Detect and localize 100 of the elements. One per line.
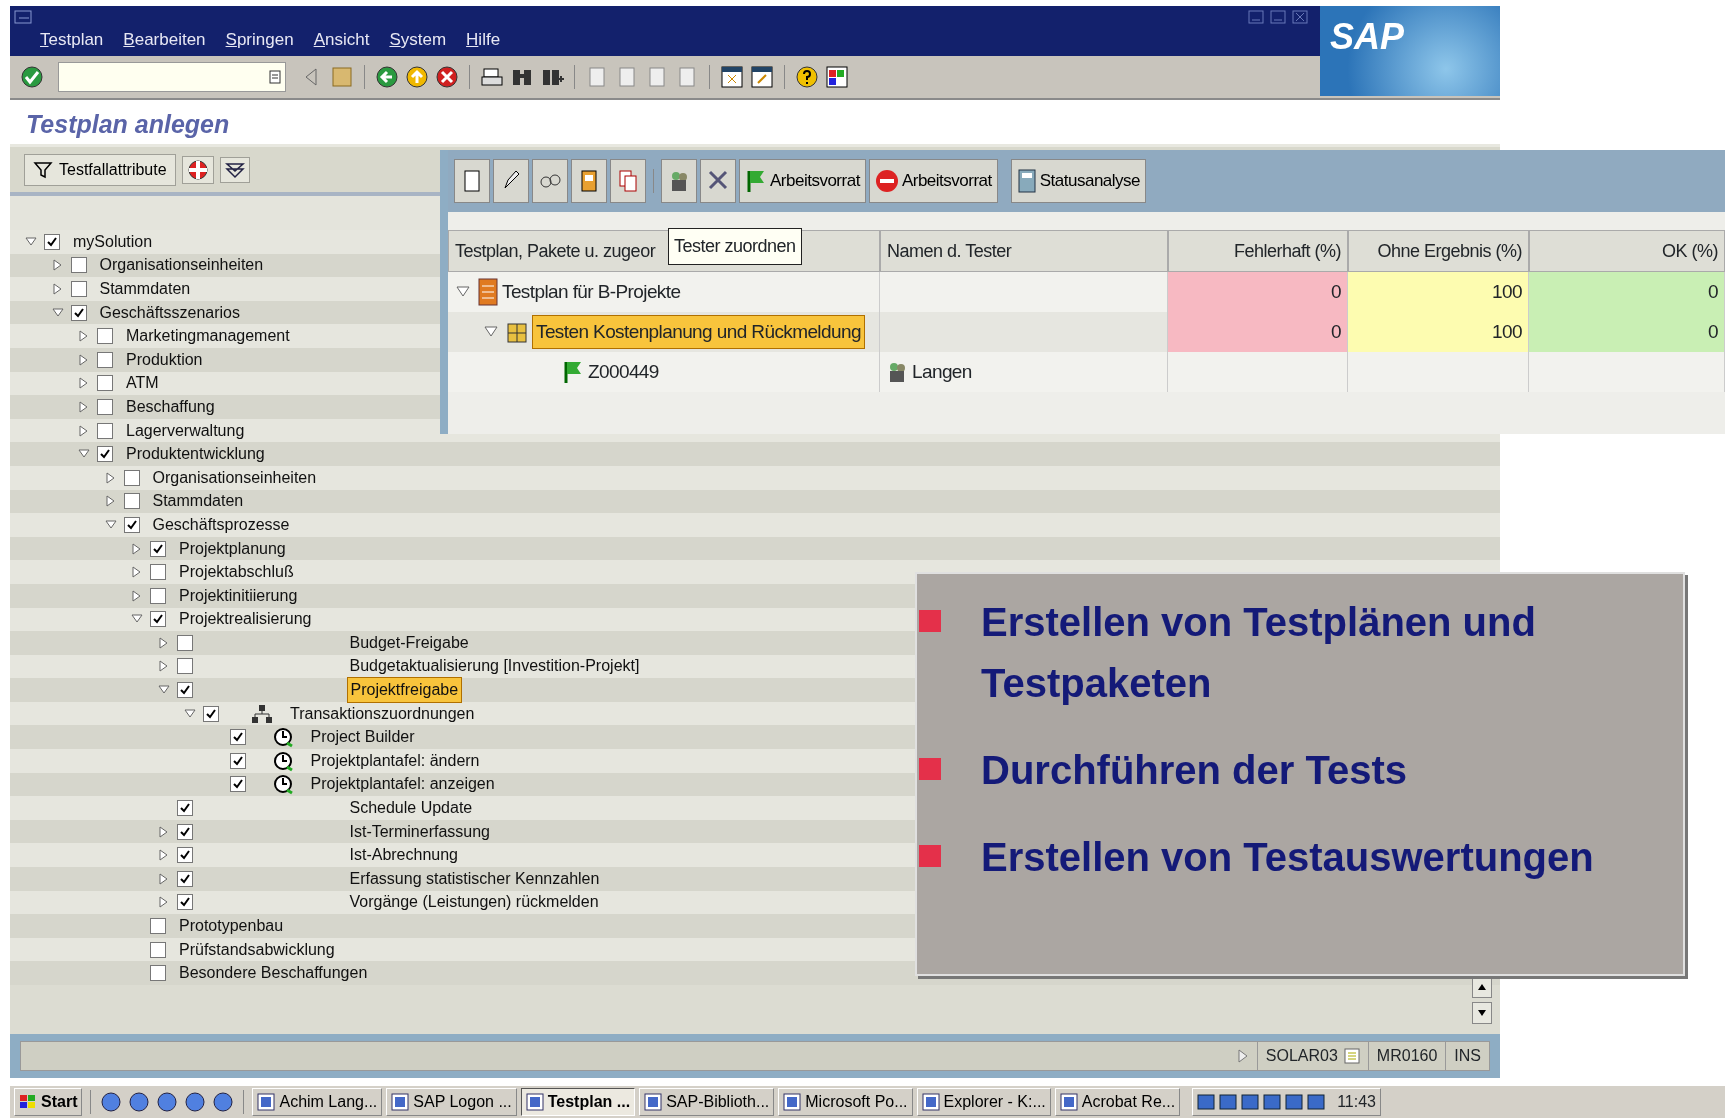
- tree-item[interactable]: Organisationseinheiten: [149, 465, 320, 490]
- column-header[interactable]: Namen d. Tester: [880, 230, 1168, 272]
- expand-triangle-icon[interactable]: [78, 353, 90, 366]
- plan-item[interactable]: Testplan für B-Projekte: [502, 277, 681, 307]
- menu-item[interactable]: System: [389, 26, 447, 52]
- toolbar-button[interactable]: Arbeitsvorrat: [868, 159, 998, 203]
- checkbox[interactable]: [176, 894, 193, 911]
- collapse-triangle-icon[interactable]: [184, 707, 196, 720]
- collapse-triangle-icon[interactable]: [104, 518, 117, 531]
- expand-triangle-icon[interactable]: [157, 896, 170, 909]
- checkbox[interactable]: [123, 469, 140, 486]
- menu-item[interactable]: Hilfe: [466, 26, 501, 52]
- checkbox[interactable]: [97, 328, 113, 345]
- enter-icon[interactable]: [20, 65, 44, 89]
- lifebuoy-icon[interactable]: [181, 155, 214, 184]
- tree-item[interactable]: ATM: [123, 371, 162, 396]
- window-icon[interactable]: [720, 65, 744, 89]
- checkbox[interactable]: [70, 257, 87, 274]
- checkbox[interactable]: [150, 941, 166, 958]
- expand-triangle-icon[interactable]: [51, 259, 64, 272]
- tree-item[interactable]: Projektfreigabe: [346, 677, 463, 704]
- menu-item[interactable]: Testplan: [40, 26, 104, 52]
- taskbar-button[interactable]: Testplan ...: [520, 1088, 636, 1116]
- tree-item[interactable]: Besondere Beschaffungen: [176, 961, 371, 986]
- checkbox[interactable]: [176, 682, 193, 699]
- tree-item[interactable]: Erfassung statistischer Kennzahlen: [346, 866, 603, 891]
- expand-triangle-icon[interactable]: [157, 849, 170, 862]
- expand-triangle-icon[interactable]: [104, 495, 117, 508]
- tree-item[interactable]: Projektplantafel: ändern: [307, 748, 483, 773]
- copy-icon[interactable]: [616, 168, 640, 194]
- checkbox[interactable]: [150, 587, 166, 604]
- tree-item[interactable]: Geschäftsszenarios: [96, 300, 243, 325]
- checkbox[interactable]: [123, 516, 140, 533]
- taskbar-button[interactable]: Explorer - K:...: [916, 1088, 1051, 1116]
- checkbox[interactable]: [70, 304, 87, 321]
- expand-triangle-icon[interactable]: [131, 589, 143, 602]
- expand-triangle-icon[interactable]: [157, 660, 170, 673]
- checkbox[interactable]: [229, 729, 246, 746]
- checkbox[interactable]: [123, 493, 140, 510]
- tree-item[interactable]: Transaktionszuordnungen: [287, 701, 478, 726]
- checkbox[interactable]: [97, 375, 113, 392]
- tree-item[interactable]: Budget-Freigabe: [346, 630, 472, 655]
- expand-triangle-icon[interactable]: [131, 566, 143, 579]
- checkbox[interactable]: [229, 776, 246, 793]
- tree-item[interactable]: Prüfstandsabwicklung: [176, 937, 338, 962]
- tree-item[interactable]: Ist-Abrechnung: [346, 843, 461, 868]
- list-icon[interactable]: [1343, 1048, 1360, 1064]
- scroll-down-icon[interactable]: [1472, 1002, 1492, 1024]
- column-header[interactable]: Fehlerhaft (%): [1168, 230, 1348, 272]
- checkbox[interactable]: [97, 398, 113, 415]
- expand-triangle-icon[interactable]: [157, 636, 170, 649]
- tree-item[interactable]: Projektinitiierung: [176, 583, 301, 608]
- command-field[interactable]: [58, 62, 286, 92]
- checkbox[interactable]: [176, 800, 193, 817]
- plan-item[interactable]: Z000449: [588, 357, 659, 387]
- checkbox[interactable]: [150, 564, 166, 581]
- tree-item[interactable]: Beschaffung: [123, 394, 218, 419]
- checkbox[interactable]: [150, 540, 166, 557]
- menu-item[interactable]: Ansicht: [313, 26, 370, 52]
- collapse-triangle-icon[interactable]: [484, 325, 498, 339]
- expand-triangle-icon[interactable]: [78, 377, 90, 390]
- expand-triangle-icon[interactable]: [1236, 1049, 1249, 1063]
- tree-item[interactable]: Geschäftsprozesse: [149, 512, 293, 537]
- checkbox[interactable]: [203, 705, 219, 722]
- checkbox[interactable]: [97, 446, 113, 463]
- tree-item[interactable]: mySolution: [70, 229, 156, 254]
- taskbar-button[interactable]: SAP-Biblioth...: [639, 1088, 775, 1116]
- collapse-triangle-icon[interactable]: [51, 306, 64, 319]
- attributes-button[interactable]: Testfallattribute: [24, 153, 176, 186]
- checkbox[interactable]: [176, 658, 193, 675]
- column-header[interactable]: Ohne Ergebnis (%): [1348, 230, 1529, 272]
- checkbox[interactable]: [176, 870, 193, 887]
- collapse-triangle-icon[interactable]: [25, 235, 37, 248]
- plan-item[interactable]: Testen Kostenplanung und Rückmeldung: [532, 314, 865, 350]
- print-icon[interactable]: [480, 65, 504, 89]
- tree-item[interactable]: Projektabschluß: [176, 560, 297, 585]
- back-icon[interactable]: [375, 65, 399, 89]
- taskbar-button[interactable]: Microsoft Po...: [778, 1088, 913, 1116]
- tree-item[interactable]: Stammdaten: [96, 277, 194, 301]
- cancel-icon[interactable]: [435, 65, 459, 89]
- checkbox[interactable]: [176, 847, 193, 864]
- tree-item[interactable]: Projektplanung: [176, 536, 289, 561]
- checkbox[interactable]: [176, 634, 193, 651]
- start-button[interactable]: Start: [14, 1088, 83, 1116]
- close-icon[interactable]: [1292, 10, 1308, 24]
- up-icon[interactable]: [405, 65, 429, 89]
- checkbox[interactable]: [97, 422, 113, 439]
- window-icon[interactable]: [750, 65, 774, 89]
- checkbox[interactable]: [150, 965, 166, 982]
- tree-item[interactable]: Projektrealisierung: [176, 607, 315, 632]
- tree-item[interactable]: Lagerverwaltung: [123, 418, 248, 443]
- taskbar-button[interactable]: Acrobat Re...: [1054, 1088, 1181, 1116]
- menu-item[interactable]: Bearbeiten: [123, 26, 206, 52]
- expand-triangle-icon[interactable]: [78, 400, 90, 413]
- expand-triangle-icon[interactable]: [131, 542, 143, 555]
- taskbar-button[interactable]: Achim Lang...: [252, 1088, 383, 1116]
- checkbox[interactable]: [150, 611, 166, 628]
- taskbar-button[interactable]: SAP Logon ...: [386, 1088, 517, 1116]
- tree-item[interactable]: Stammdaten: [149, 489, 247, 514]
- toolbar-button[interactable]: Statusanalyse: [1010, 159, 1147, 203]
